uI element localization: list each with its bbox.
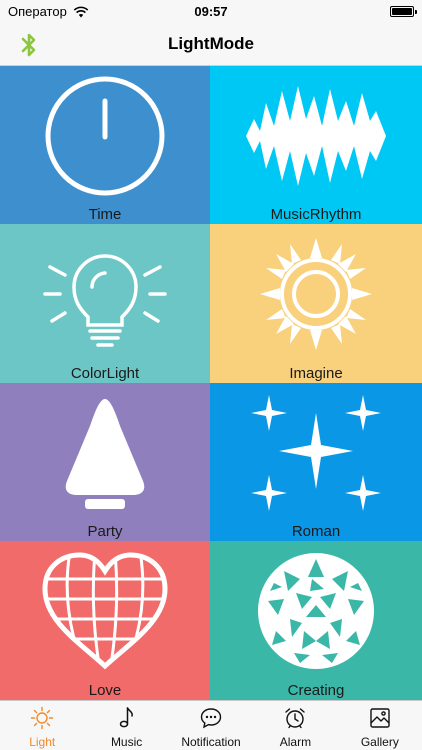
sun-icon	[31, 706, 54, 730]
chat-bubble-icon	[200, 708, 222, 729]
tab-gallery[interactable]: Gallery	[338, 701, 422, 750]
status-time: 09:57	[194, 4, 228, 19]
status-bar: Оператор 09:57	[0, 0, 422, 24]
tab-label: Light	[29, 735, 56, 749]
page-title: LightMode	[168, 34, 254, 53]
tab-light[interactable]: Light	[0, 701, 84, 750]
heart-icon	[42, 552, 168, 670]
light-bulb-icon	[43, 254, 167, 347]
image-icon	[370, 708, 390, 728]
sun-icon	[260, 238, 372, 350]
sparkles-icon	[251, 395, 381, 511]
mode-label: ColorLight	[70, 365, 140, 382]
sound-wave-icon	[246, 86, 386, 186]
mode-tile-colorlight[interactable]: ColorLight	[0, 224, 210, 383]
alarm-clock-icon	[285, 708, 306, 729]
mode-label: Time	[88, 206, 122, 223]
tab-bar: Light Music Notification Alarm Gallery	[0, 700, 422, 750]
tab-notification[interactable]: Notification	[169, 701, 253, 750]
clock-icon	[45, 76, 165, 196]
mode-label: Imagine	[289, 365, 343, 382]
tab-label: Notification	[181, 735, 241, 749]
mode-tile-creating[interactable]: Creating	[210, 541, 422, 700]
mode-label: Love	[88, 682, 122, 699]
mode-label: Party	[87, 523, 123, 540]
music-note-icon	[119, 707, 133, 728]
tab-alarm[interactable]: Alarm	[253, 701, 337, 750]
tab-music[interactable]: Music	[84, 701, 168, 750]
battery-icon	[390, 6, 417, 17]
disco-ball-icon	[257, 552, 374, 669]
mode-tile-love[interactable]: Love	[0, 541, 210, 700]
mode-label: MusicRhythm	[270, 206, 362, 223]
mode-tile-time[interactable]: Time	[0, 66, 210, 224]
mode-label: Creating	[287, 682, 345, 699]
mode-label: Roman	[291, 523, 341, 540]
mode-tile-roman[interactable]: Roman	[210, 383, 422, 541]
tab-label: Gallery	[360, 735, 399, 749]
nav-bar: LightMode	[0, 24, 422, 66]
mode-tile-musicrhythm[interactable]: MusicRhythm	[210, 66, 422, 224]
mode-grid: Time MusicRhythm ColorLight Imagine Part…	[0, 66, 422, 700]
mode-tile-party[interactable]: Party	[0, 383, 210, 541]
tab-label: Music	[110, 735, 143, 749]
mode-tile-imagine[interactable]: Imagine	[210, 224, 422, 383]
lamp-icon	[65, 398, 145, 509]
tab-label: Alarm	[279, 735, 312, 749]
